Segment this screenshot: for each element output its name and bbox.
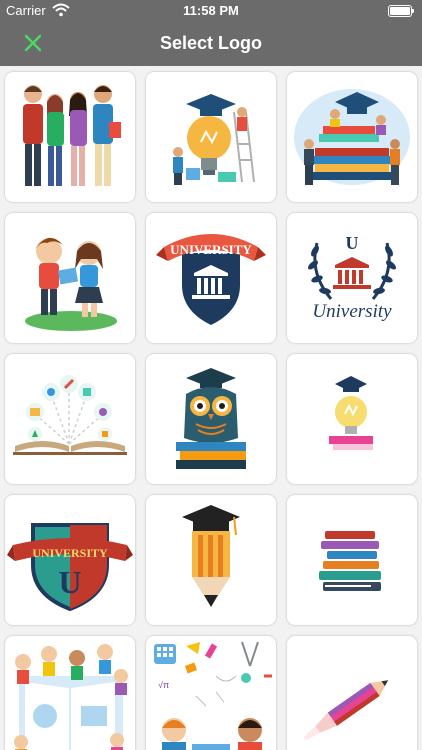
graduation-lightbulb-icon: [173, 94, 255, 185]
battery-icon: [388, 5, 414, 17]
logo-grid: UNIVERSITY U University U UNIVERSITY √π: [0, 66, 422, 750]
logo-tile-university-laurel[interactable]: U University: [287, 213, 417, 343]
logo-tile-children-reading[interactable]: [5, 213, 135, 343]
children-reading-icon: [25, 237, 117, 331]
stacked-books-icon: [319, 531, 381, 591]
status-bar: Carrier 11:58 PM: [0, 0, 422, 22]
logo-tile-children-drawing-book[interactable]: [5, 636, 135, 750]
university-shield-icon: UNIVERSITY: [156, 234, 266, 325]
logo-tile-pencil-cap[interactable]: [146, 495, 276, 625]
status-time: 11:58 PM: [183, 3, 239, 18]
logo-tile-students-books-cap[interactable]: [287, 72, 417, 202]
navigation-bar: Select Logo: [0, 22, 422, 66]
logo-tile-lightbulb-cap-books[interactable]: [287, 354, 417, 484]
university-laurel-letter: U: [346, 233, 359, 253]
students-books-cap-icon: [294, 89, 410, 185]
logo-tile-stacked-books[interactable]: [287, 495, 417, 625]
page-title: Select Logo: [159, 33, 262, 53]
university-crest-letter: U: [58, 564, 81, 600]
logo-tile-university-crest[interactable]: U UNIVERSITY: [5, 495, 135, 625]
logo-tile-university-shield[interactable]: UNIVERSITY: [146, 213, 276, 343]
lightbulb-cap-books-icon: [329, 376, 373, 450]
logo-tile-school-supplies-pattern[interactable]: √π: [146, 636, 276, 750]
children-drawing-book-icon: [14, 644, 128, 750]
logo-tile-open-book-ideas[interactable]: [5, 354, 135, 484]
students-group-icon: [23, 85, 121, 186]
logo-tile-owl-on-books[interactable]: [146, 354, 276, 484]
university-laurel-label: University: [312, 301, 392, 322]
logo-tile-flying-pencil[interactable]: [287, 636, 417, 750]
owl-on-books-icon: [176, 368, 246, 469]
university-crest-icon: U UNIVERSITY: [7, 523, 133, 612]
university-crest-label: UNIVERSITY: [32, 546, 108, 560]
school-supplies-pattern-icon: √π: [154, 641, 272, 750]
pencil-cap-icon: [182, 505, 240, 607]
svg-text:√π: √π: [158, 680, 169, 690]
university-shield-label: UNIVERSITY: [170, 242, 252, 257]
flying-pencil-icon: [303, 680, 389, 741]
logo-tile-students-group[interactable]: [5, 72, 135, 202]
university-laurel-icon: U University: [308, 233, 396, 322]
open-book-ideas-icon: [13, 375, 127, 455]
logo-tile-graduation-lightbulb[interactable]: [146, 72, 276, 202]
